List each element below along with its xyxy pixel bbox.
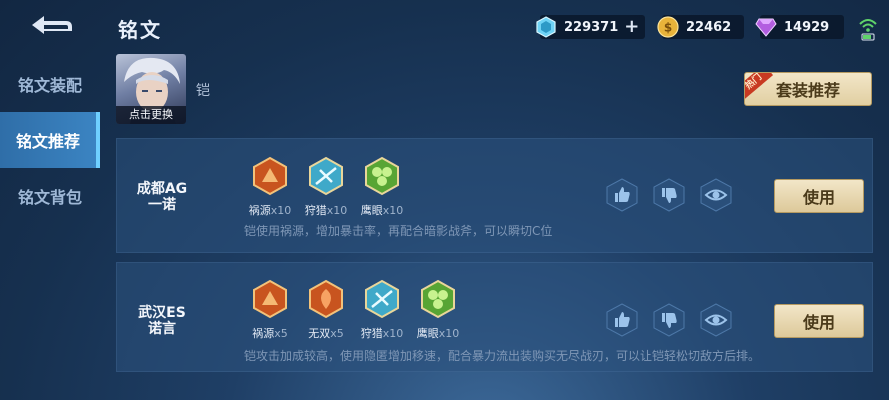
rune-item[interactable]: 祸源x10 [242,156,298,218]
red-rune-icon [253,279,287,319]
recommendation-description: 铠攻击加成较高，使用隐匿增加移速，配合暴力流出装购买无尽战刃，可以让铠轻松切敌方… [244,349,761,363]
rune-item[interactable]: 无双x5 [298,279,354,341]
rune-list: 祸源x5 无双x5 狩猎x10 鹰眼x10 [242,279,466,341]
use-button[interactable]: 使用 [774,304,864,338]
suit-recommend-label: 套装推荐 [775,81,840,100]
recommendation-description: 铠使用祸源，增加暴击率，再配合暗影战斧，可以瞬切C位 [244,224,553,238]
diamond-count: 14929 [784,19,830,35]
coin-count: 22462 [686,19,732,35]
author-name: 成都AG 一诺 [136,181,188,213]
add-gem-button[interactable]: + [624,18,639,36]
blue-rune-icon [309,156,343,196]
sidebar-item-rune-equip[interactable]: 铭文装配 [0,56,100,112]
green-rune-icon [365,156,399,196]
author-name: 武汉ES 诺言 [138,305,186,337]
hero-name: 铠 [196,83,210,99]
use-button[interactable]: 使用 [774,179,864,213]
blue-rune-icon [365,279,399,319]
red-rune-icon [253,156,287,196]
rune-item[interactable]: 狩猎x10 [298,156,354,218]
diamond-currency: 14929 [755,15,844,39]
sidebar-item-rune-recommend[interactable]: 铭文推荐 [0,112,100,168]
suit-recommend-button[interactable]: 热门 套装推荐 [744,72,872,106]
thumbs-down-icon[interactable] [652,303,686,337]
back-arrow-icon[interactable] [26,12,76,38]
thumbs-down-icon[interactable] [652,178,686,212]
gem-count: 229371 [564,19,619,35]
hot-tag: 热门 [745,73,774,100]
eye-preview-icon[interactable] [699,178,733,212]
change-hero-caption: 点击更换 [116,106,186,124]
purple-diamond-icon [754,15,778,39]
rune-item[interactable]: 祸源x5 [242,279,298,341]
top-bar: 铭文 229371 + $ 22462 14929 [0,0,889,54]
rune-item[interactable]: 鹰眼x10 [410,279,466,341]
recommendation-card: 武汉ES 诺言 祸源x5 无双x5 狩猎x10 鹰眼x10 铠攻击加成较高，使用… [116,262,873,372]
green-rune-icon [421,279,455,319]
rune-list: 祸源x10 狩猎x10 鹰眼x10 [242,156,410,218]
recommendation-card: 成都AG 一诺 祸源x10 狩猎x10 鹰眼x10 铠使用祸源，增加暴击率，再配… [116,138,873,253]
page-title: 铭文 [118,18,162,42]
gem-currency: 229371 + [536,15,645,39]
blue-gem-icon [534,15,558,39]
thumbs-up-icon[interactable] [605,178,639,212]
wifi-battery-icon [859,19,877,41]
rune-item[interactable]: 鹰眼x10 [354,156,410,218]
sidebar: 铭文装配 铭文推荐 铭文背包 [0,54,100,400]
coin-currency: $ 22462 [657,15,744,39]
thumbs-up-icon[interactable] [605,303,639,337]
gold-coin-icon: $ [656,15,680,39]
eye-preview-icon[interactable] [699,303,733,337]
red-rune-icon [309,279,343,319]
hero-portrait[interactable]: 点击更换 [116,54,186,124]
sidebar-item-rune-bag[interactable]: 铭文背包 [0,168,100,224]
svg-text:$: $ [664,21,672,35]
rune-item[interactable]: 狩猎x10 [354,279,410,341]
